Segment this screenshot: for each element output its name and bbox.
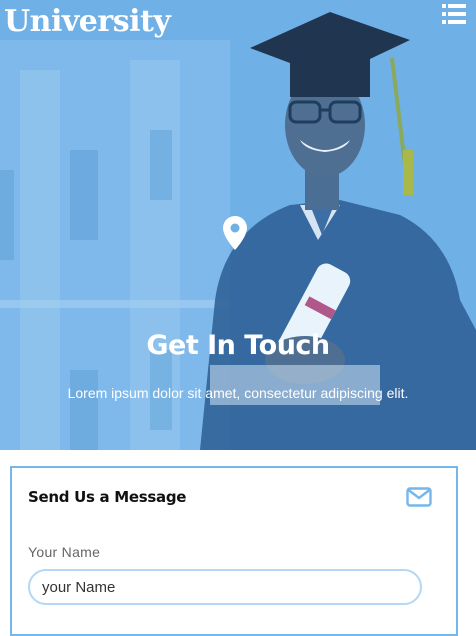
- hero-section: University Get In Touch Lorem ipsum dolo…: [0, 0, 476, 450]
- page-title: Get In Touch: [146, 330, 330, 361]
- name-input[interactable]: [28, 569, 422, 605]
- page-subtitle: Lorem ipsum dolor sit amet, consectetur …: [67, 385, 409, 401]
- list-menu-icon[interactable]: [442, 4, 466, 24]
- site-logo[interactable]: University: [4, 4, 171, 39]
- envelope-icon[interactable]: [406, 487, 432, 507]
- map-pin-icon: [223, 216, 247, 250]
- form-title: Send Us a Message: [28, 488, 187, 506]
- contact-form-card: Send Us a Message Your Name: [10, 466, 458, 636]
- name-field-label: Your Name: [28, 544, 101, 560]
